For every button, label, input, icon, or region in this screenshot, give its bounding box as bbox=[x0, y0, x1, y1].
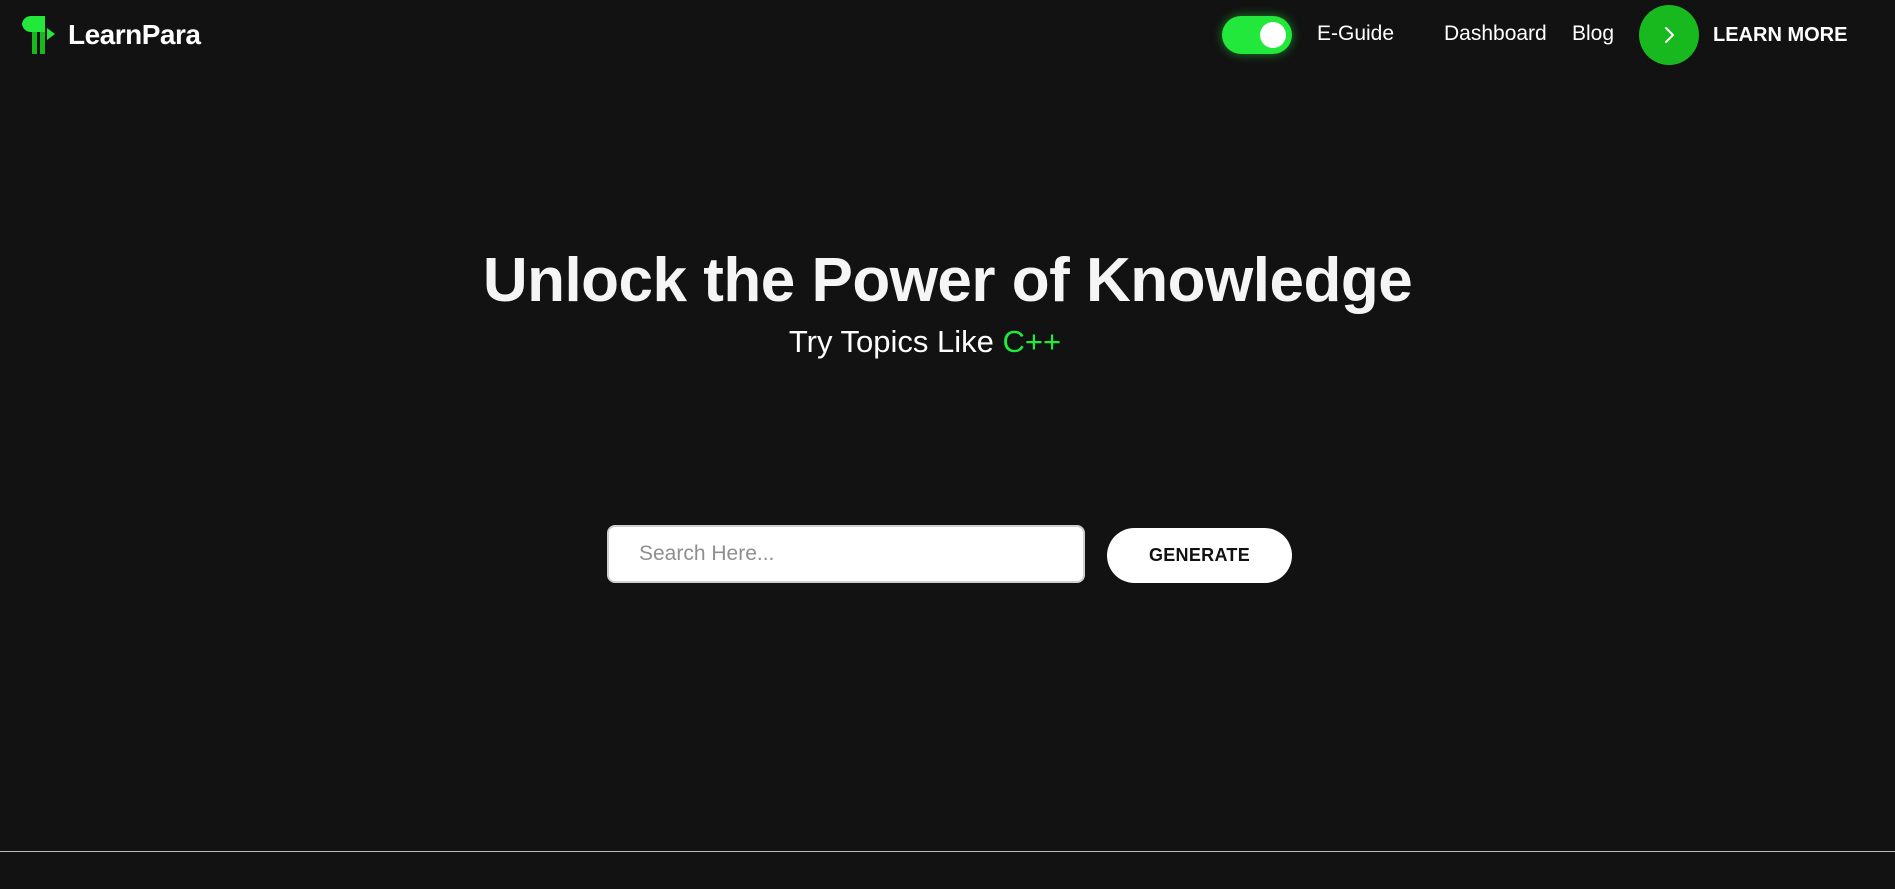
learn-more-circle bbox=[1639, 5, 1699, 65]
toggle-knob bbox=[1260, 22, 1286, 48]
chevron-right-icon bbox=[1665, 27, 1674, 43]
search-input[interactable] bbox=[607, 525, 1085, 583]
hero-subtitle-topic: C++ bbox=[1002, 324, 1062, 359]
hero-title: Unlock the Power of Knowledge bbox=[482, 246, 1413, 315]
nav-link-e-guide[interactable]: E-Guide bbox=[1317, 22, 1394, 46]
generate-button[interactable]: GENERATE bbox=[1107, 528, 1292, 583]
learn-more-button[interactable]: LEARN MORE bbox=[1639, 5, 1847, 65]
hero-subtitle: Try Topics Like C++ bbox=[0, 324, 1850, 360]
main-nav: E-Guide Dashboard Blog LEARN MORE bbox=[0, 0, 1895, 70]
nav-link-blog[interactable]: Blog bbox=[1572, 22, 1614, 46]
section-divider bbox=[0, 851, 1895, 852]
site-header: LearnPara E-Guide Dashboard Blog LEARN M… bbox=[0, 0, 1895, 70]
nav-link-dashboard[interactable]: Dashboard bbox=[1444, 22, 1547, 46]
theme-toggle[interactable] bbox=[1222, 16, 1292, 54]
hero-subtitle-prefix: Try Topics Like bbox=[788, 324, 1003, 359]
learn-more-label: LEARN MORE bbox=[1713, 23, 1848, 46]
